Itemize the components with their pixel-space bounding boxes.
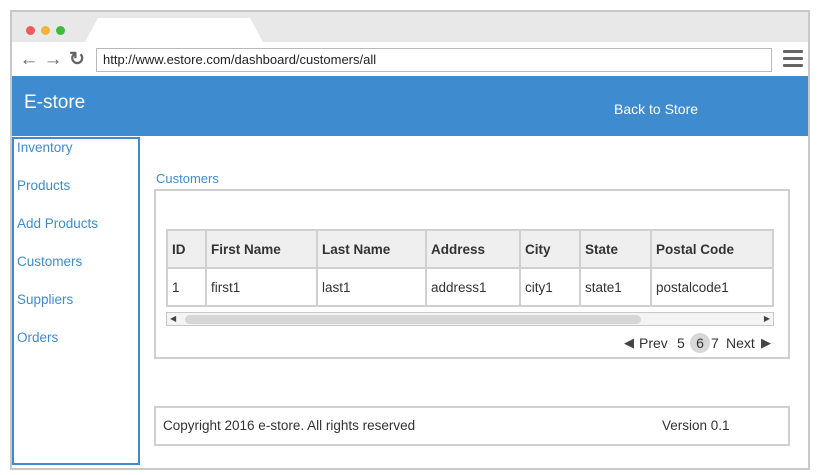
- column-header-last-name[interactable]: Last Name: [316, 229, 427, 269]
- footer: Copyright 2016 e-store. All rights reser…: [154, 406, 790, 446]
- copyright-text: Copyright 2016 e-store. All rights reser…: [163, 418, 416, 433]
- brand-title[interactable]: E-store: [24, 92, 85, 114]
- column-header-city[interactable]: City: [519, 229, 581, 269]
- column-header-address[interactable]: Address: [425, 229, 521, 269]
- version-text: Version 0.1: [662, 418, 730, 433]
- cell-id: 1: [166, 267, 207, 307]
- customers-table: ID First Name Last Name Address City Sta…: [166, 229, 774, 307]
- browser-tab[interactable]: [84, 18, 264, 44]
- app-header: E-store Back to Store: [12, 76, 808, 136]
- scroll-right-icon[interactable]: ▶: [764, 313, 770, 325]
- sidebar-item-products[interactable]: Products: [17, 178, 70, 193]
- sidebar-item-inventory[interactable]: Inventory: [17, 140, 73, 155]
- column-header-first-name[interactable]: First Name: [205, 229, 318, 269]
- close-window-button[interactable]: [26, 26, 35, 35]
- page-5-link[interactable]: 5: [677, 333, 685, 353]
- sidebar: Inventory Products Add Products Customer…: [12, 137, 140, 465]
- customers-panel: ID First Name Last Name Address City Sta…: [154, 189, 790, 359]
- cell-address: address1: [425, 267, 521, 307]
- column-header-id[interactable]: ID: [166, 229, 207, 269]
- cell-last-name: last1: [316, 267, 427, 307]
- scrollbar-thumb[interactable]: [185, 315, 641, 324]
- sidebar-item-suppliers[interactable]: Suppliers: [17, 292, 73, 307]
- sidebar-item-customers[interactable]: Customers: [17, 254, 82, 269]
- cell-city: city1: [519, 267, 581, 307]
- reload-icon[interactable]: ↻: [66, 48, 88, 70]
- column-header-postal-code[interactable]: Postal Code: [650, 229, 774, 269]
- table-row[interactable]: 1 first1 last1 address1 city1 state1 pos…: [166, 267, 774, 307]
- cell-first-name: first1: [205, 267, 318, 307]
- back-arrow-icon[interactable]: ←: [18, 48, 40, 70]
- prev-arrow-icon[interactable]: ◀: [624, 333, 634, 353]
- next-arrow-icon[interactable]: ▶: [761, 333, 771, 353]
- back-to-store-link[interactable]: Back to Store: [614, 101, 698, 117]
- page-7-link[interactable]: 7: [711, 333, 719, 353]
- page-6-current[interactable]: 6: [690, 333, 710, 353]
- table-header-row: ID First Name Last Name Address City Sta…: [166, 229, 774, 269]
- minimize-window-button[interactable]: [41, 26, 50, 35]
- menu-icon[interactable]: [783, 50, 803, 68]
- cell-postal-code: postalcode1: [650, 267, 774, 307]
- horizontal-scrollbar[interactable]: ◀ ▶: [166, 312, 774, 326]
- cell-state: state1: [579, 267, 652, 307]
- breadcrumb[interactable]: Customers: [156, 171, 219, 186]
- address-bar[interactable]: http://www.estore.com/dashboard/customer…: [96, 48, 772, 72]
- browser-navbar: ← → ↻ http://www.estore.com/dashboard/cu…: [12, 42, 808, 76]
- sidebar-item-add-products[interactable]: Add Products: [17, 216, 98, 231]
- forward-arrow-icon[interactable]: →: [42, 48, 64, 70]
- maximize-window-button[interactable]: [56, 26, 65, 35]
- next-page-button[interactable]: Next: [726, 333, 755, 353]
- scroll-left-icon[interactable]: ◀: [170, 313, 176, 325]
- browser-titlebar: [12, 12, 808, 42]
- column-header-state[interactable]: State: [579, 229, 652, 269]
- sidebar-item-orders[interactable]: Orders: [17, 330, 58, 345]
- browser-window: ← → ↻ http://www.estore.com/dashboard/cu…: [10, 10, 810, 470]
- prev-page-button[interactable]: Prev: [639, 333, 668, 353]
